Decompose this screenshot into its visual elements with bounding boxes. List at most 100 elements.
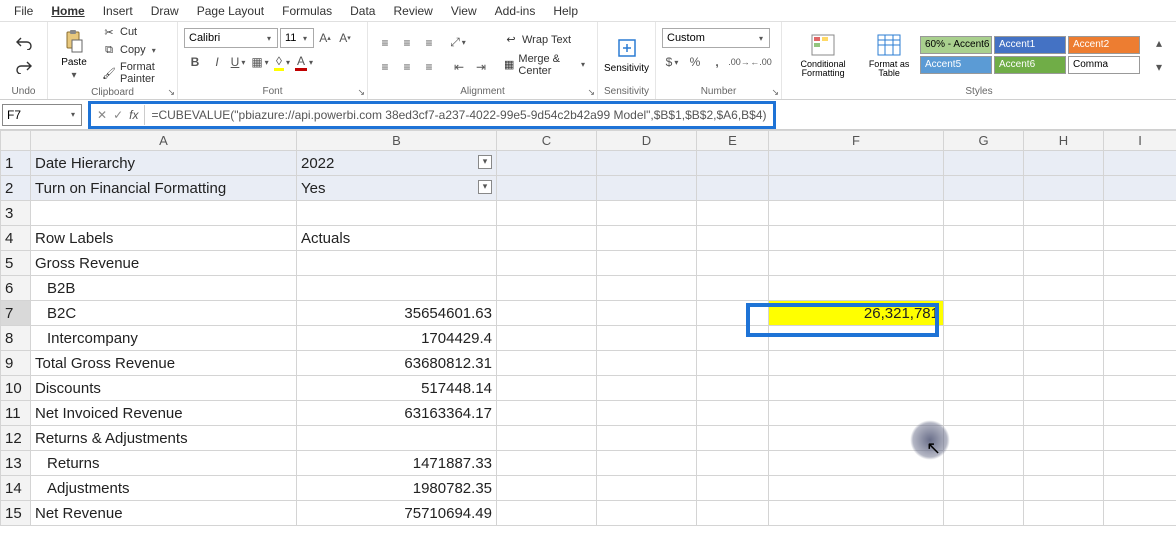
cell-C5[interactable] — [497, 251, 597, 276]
copy-button[interactable]: ⧉Copy▾ — [98, 42, 171, 58]
cell-D6[interactable] — [597, 276, 697, 301]
cell-A14[interactable]: Adjustments — [31, 476, 297, 501]
cell-I13[interactable] — [1104, 451, 1176, 476]
cell-C3[interactable] — [497, 201, 597, 226]
col-header-A[interactable]: A — [31, 131, 297, 151]
cell-C9[interactable] — [497, 351, 597, 376]
percent-button[interactable]: % — [684, 52, 706, 72]
number-format-select[interactable]: Custom▾ — [662, 28, 770, 48]
font-launcher[interactable]: ↘ — [357, 87, 365, 98]
increase-decimal-button[interactable]: .00→ — [728, 52, 750, 72]
cell-C10[interactable] — [497, 376, 597, 401]
cell-I9[interactable] — [1104, 351, 1176, 376]
align-right-button[interactable]: ≡ — [418, 57, 440, 77]
increase-indent-button[interactable]: ⇥ — [470, 57, 492, 77]
cell-D12[interactable] — [597, 426, 697, 451]
cell-A7[interactable]: B2C — [31, 301, 297, 326]
decrease-indent-button[interactable]: ⇤ — [448, 57, 470, 77]
cell-E14[interactable] — [697, 476, 769, 501]
cell-H8[interactable] — [1024, 326, 1104, 351]
cell-C11[interactable] — [497, 401, 597, 426]
spreadsheet-grid[interactable]: A B C D E F G H I 1Date Hierarchy2022▾2T… — [0, 130, 1176, 526]
cell-G11[interactable] — [944, 401, 1024, 426]
cell-F15[interactable] — [769, 501, 944, 526]
col-header-C[interactable]: C — [497, 131, 597, 151]
cell-G7[interactable] — [944, 301, 1024, 326]
cell-D3[interactable] — [597, 201, 697, 226]
cell-D8[interactable] — [597, 326, 697, 351]
menu-data[interactable]: Data — [342, 2, 383, 20]
cell-D5[interactable] — [597, 251, 697, 276]
orientation-button[interactable]: ⤢▾ — [448, 33, 470, 53]
cell-E6[interactable] — [697, 276, 769, 301]
cell-C7[interactable] — [497, 301, 597, 326]
name-box[interactable]: F7▾ — [2, 104, 82, 126]
cell-H14[interactable] — [1024, 476, 1104, 501]
cell-A6[interactable]: B2B — [31, 276, 297, 301]
cell-I1[interactable] — [1104, 151, 1176, 176]
cell-C4[interactable] — [497, 226, 597, 251]
cell-B3[interactable] — [297, 201, 497, 226]
increase-font-button[interactable]: A▴ — [316, 28, 334, 48]
cell-styles-gallery[interactable]: 60% - Accent6 Accent1 Accent2 Accent5 Ac… — [920, 36, 1140, 74]
cell-E7[interactable] — [697, 301, 769, 326]
cell-H12[interactable] — [1024, 426, 1104, 451]
cell-E13[interactable] — [697, 451, 769, 476]
font-color-button[interactable]: A▾ — [294, 52, 316, 72]
cell-A4[interactable]: Row Labels — [31, 226, 297, 251]
col-header-E[interactable]: E — [697, 131, 769, 151]
cell-E15[interactable] — [697, 501, 769, 526]
cell-G10[interactable] — [944, 376, 1024, 401]
cell-F14[interactable] — [769, 476, 944, 501]
menu-page-layout[interactable]: Page Layout — [189, 2, 272, 20]
row-header-4[interactable]: 4 — [1, 226, 31, 251]
cell-G5[interactable] — [944, 251, 1024, 276]
cell-C13[interactable] — [497, 451, 597, 476]
cell-H1[interactable] — [1024, 151, 1104, 176]
row-header-7[interactable]: 7 — [1, 301, 31, 326]
cell-B8[interactable]: 1704429.4 — [297, 326, 497, 351]
cell-G4[interactable] — [944, 226, 1024, 251]
cell-H3[interactable] — [1024, 201, 1104, 226]
cell-H5[interactable] — [1024, 251, 1104, 276]
cell-D9[interactable] — [597, 351, 697, 376]
cell-C8[interactable] — [497, 326, 597, 351]
row-header-6[interactable]: 6 — [1, 276, 31, 301]
cell-E5[interactable] — [697, 251, 769, 276]
cell-G12[interactable] — [944, 426, 1024, 451]
fill-color-button[interactable]: ◊▾ — [272, 52, 294, 72]
cell-F9[interactable] — [769, 351, 944, 376]
filter-button[interactable]: ▾ — [478, 180, 492, 194]
row-header-14[interactable]: 14 — [1, 476, 31, 501]
conditional-formatting-button[interactable]: Conditional Formatting — [788, 32, 858, 78]
decrease-decimal-button[interactable]: ←.00 — [750, 52, 772, 72]
cell-E1[interactable] — [697, 151, 769, 176]
cell-H4[interactable] — [1024, 226, 1104, 251]
gallery-up-button[interactable]: ▴ — [1148, 33, 1170, 53]
cell-G9[interactable] — [944, 351, 1024, 376]
cut-button[interactable]: ✂Cut — [98, 24, 171, 40]
menu-formulas[interactable]: Formulas — [274, 2, 340, 20]
align-top-button[interactable]: ≡ — [374, 33, 396, 53]
cell-G3[interactable] — [944, 201, 1024, 226]
cell-F11[interactable] — [769, 401, 944, 426]
cell-A2[interactable]: Turn on Financial Formatting — [31, 176, 297, 201]
menu-draw[interactable]: Draw — [143, 2, 187, 20]
cell-G2[interactable] — [944, 176, 1024, 201]
cell-D15[interactable] — [597, 501, 697, 526]
cell-I12[interactable] — [1104, 426, 1176, 451]
enter-formula-button[interactable]: ✓ — [113, 108, 123, 122]
cell-E9[interactable] — [697, 351, 769, 376]
cell-F8[interactable] — [769, 326, 944, 351]
merge-center-button[interactable]: ▦Merge & Center▾ — [500, 52, 591, 78]
cell-F10[interactable] — [769, 376, 944, 401]
cell-C12[interactable] — [497, 426, 597, 451]
clipboard-launcher[interactable]: ↘ — [167, 87, 175, 98]
cell-G8[interactable] — [944, 326, 1024, 351]
underline-button[interactable]: U▾ — [228, 52, 250, 72]
row-header-1[interactable]: 1 — [1, 151, 31, 176]
cell-B1[interactable]: 2022▾ — [297, 151, 497, 176]
row-header-13[interactable]: 13 — [1, 451, 31, 476]
row-header-12[interactable]: 12 — [1, 426, 31, 451]
col-header-F[interactable]: F — [769, 131, 944, 151]
